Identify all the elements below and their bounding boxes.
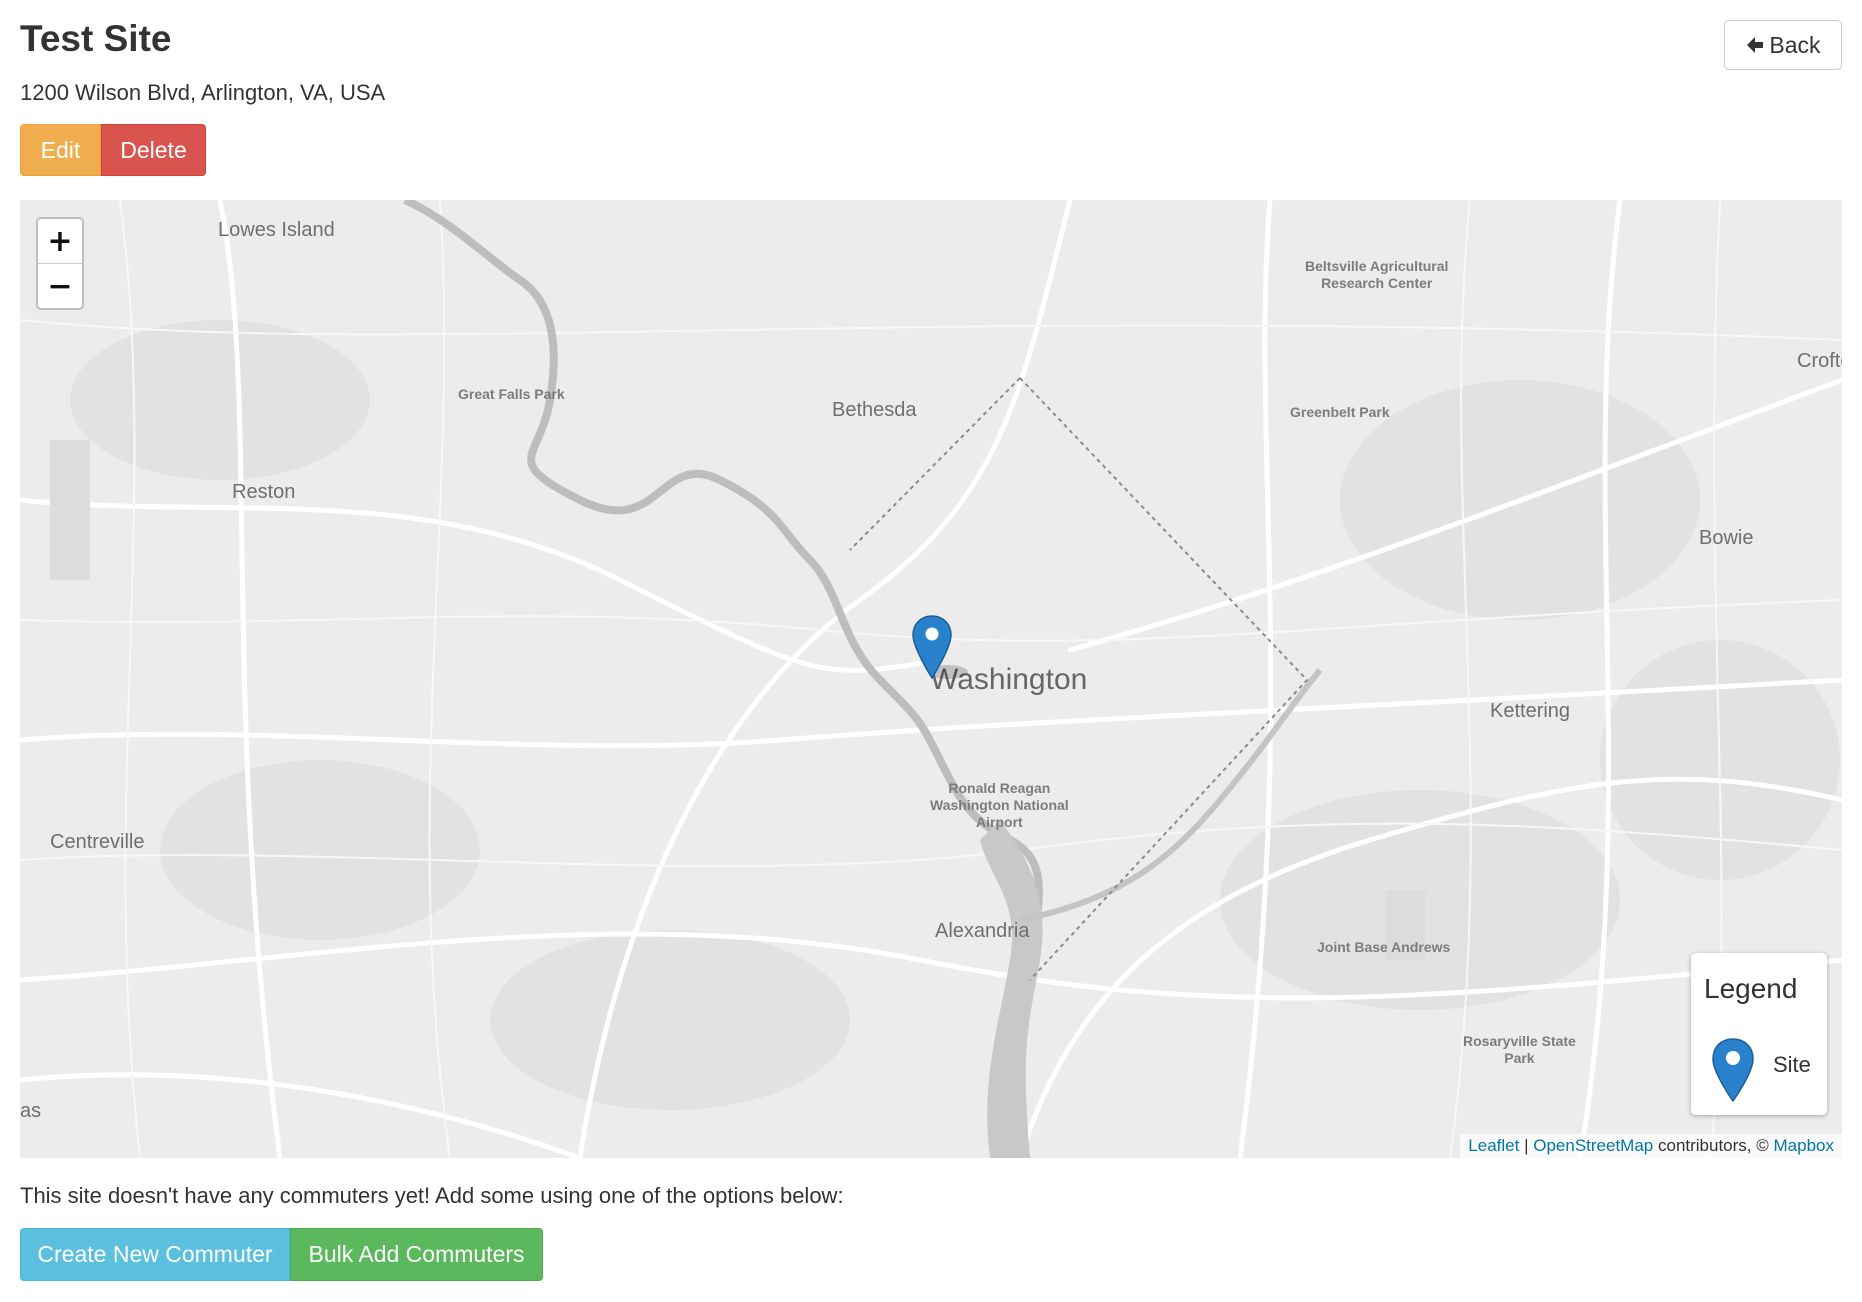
place-greenbelt: Greenbelt Park [1290,404,1390,420]
place-centreville: Centreville [50,831,145,853]
legend-title: Legend [1704,973,1798,1004]
arrow-left-icon [1747,37,1764,53]
place-beltsville: Beltsville Agricultural Research Center [1305,258,1448,292]
place-rosaryville-line1: Rosaryville State [1463,1033,1576,1049]
site-marker-legend-icon [1712,1038,1754,1103]
attribution-separator: | [1524,1136,1529,1155]
mapbox-link[interactable]: Mapbox [1774,1136,1834,1155]
edit-button[interactable]: Edit [20,124,101,176]
place-beltsville-line2: Research Center [1321,275,1433,291]
no-commuters-message: This site doesn't have any commuters yet… [20,1183,844,1208]
place-rosaryville: Rosaryville State Park [1463,1033,1576,1067]
place-alexandria: Alexandria [935,920,1030,942]
map-legend: Legend Site [1691,953,1827,1115]
place-reagan-line1: Ronald Reagan [948,780,1051,796]
place-lowes-island: Lowes Island [218,219,335,241]
place-rosaryville-line2: Park [1504,1050,1535,1066]
create-commuter-button[interactable]: Create New Commuter [20,1228,290,1281]
back-label: Back [1769,31,1821,58]
site-address: 1200 Wilson Blvd, Arlington, VA, USA [20,80,386,105]
place-kettering: Kettering [1490,700,1571,722]
place-crofton: Crofto [1797,350,1842,372]
place-reagan-line3: Airport [976,814,1023,830]
place-edge-label: as [20,1100,42,1122]
attribution-contributors: contributors, © [1657,1136,1769,1155]
place-beltsville-line1: Beltsville Agricultural [1305,258,1449,274]
site-marker-icon[interactable] [912,614,972,684]
site-map[interactable]: + − Lowes Island Great Falls Park Bethes… [20,200,1842,1158]
openstreetmap-link[interactable]: OpenStreetMap [1533,1136,1653,1155]
bulk-add-commuters-button[interactable]: Bulk Add Commuters [290,1228,543,1281]
delete-button[interactable]: Delete [101,124,206,176]
page-title: Test Site [20,18,172,59]
place-bethesda: Bethesda [832,399,917,421]
commuter-actions: Create New Commuter Bulk Add Commuters [20,1228,543,1281]
place-reston: Reston [232,481,296,503]
map-attribution: Leaflet | OpenStreetMap contributors, © … [1460,1134,1842,1158]
place-reagan-airport: Ronald Reagan Washington National Airpor… [930,780,1069,831]
place-reagan-line2: Washington National [930,797,1069,813]
zoom-in-button[interactable]: + [38,219,82,264]
place-andrews: Joint Base Andrews [1317,939,1451,955]
leaflet-link[interactable]: Leaflet [1468,1136,1519,1155]
place-bowie: Bowie [1699,527,1754,549]
zoom-control: + − [36,217,84,310]
site-actions: Edit Delete [20,124,206,176]
legend-row-site: Site [1711,1037,1811,1103]
place-great-falls: Great Falls Park [458,386,565,402]
zoom-out-button[interactable]: − [38,264,82,308]
back-button[interactable]: Back [1724,20,1842,70]
legend-site-label: Site [1773,1052,1811,1077]
